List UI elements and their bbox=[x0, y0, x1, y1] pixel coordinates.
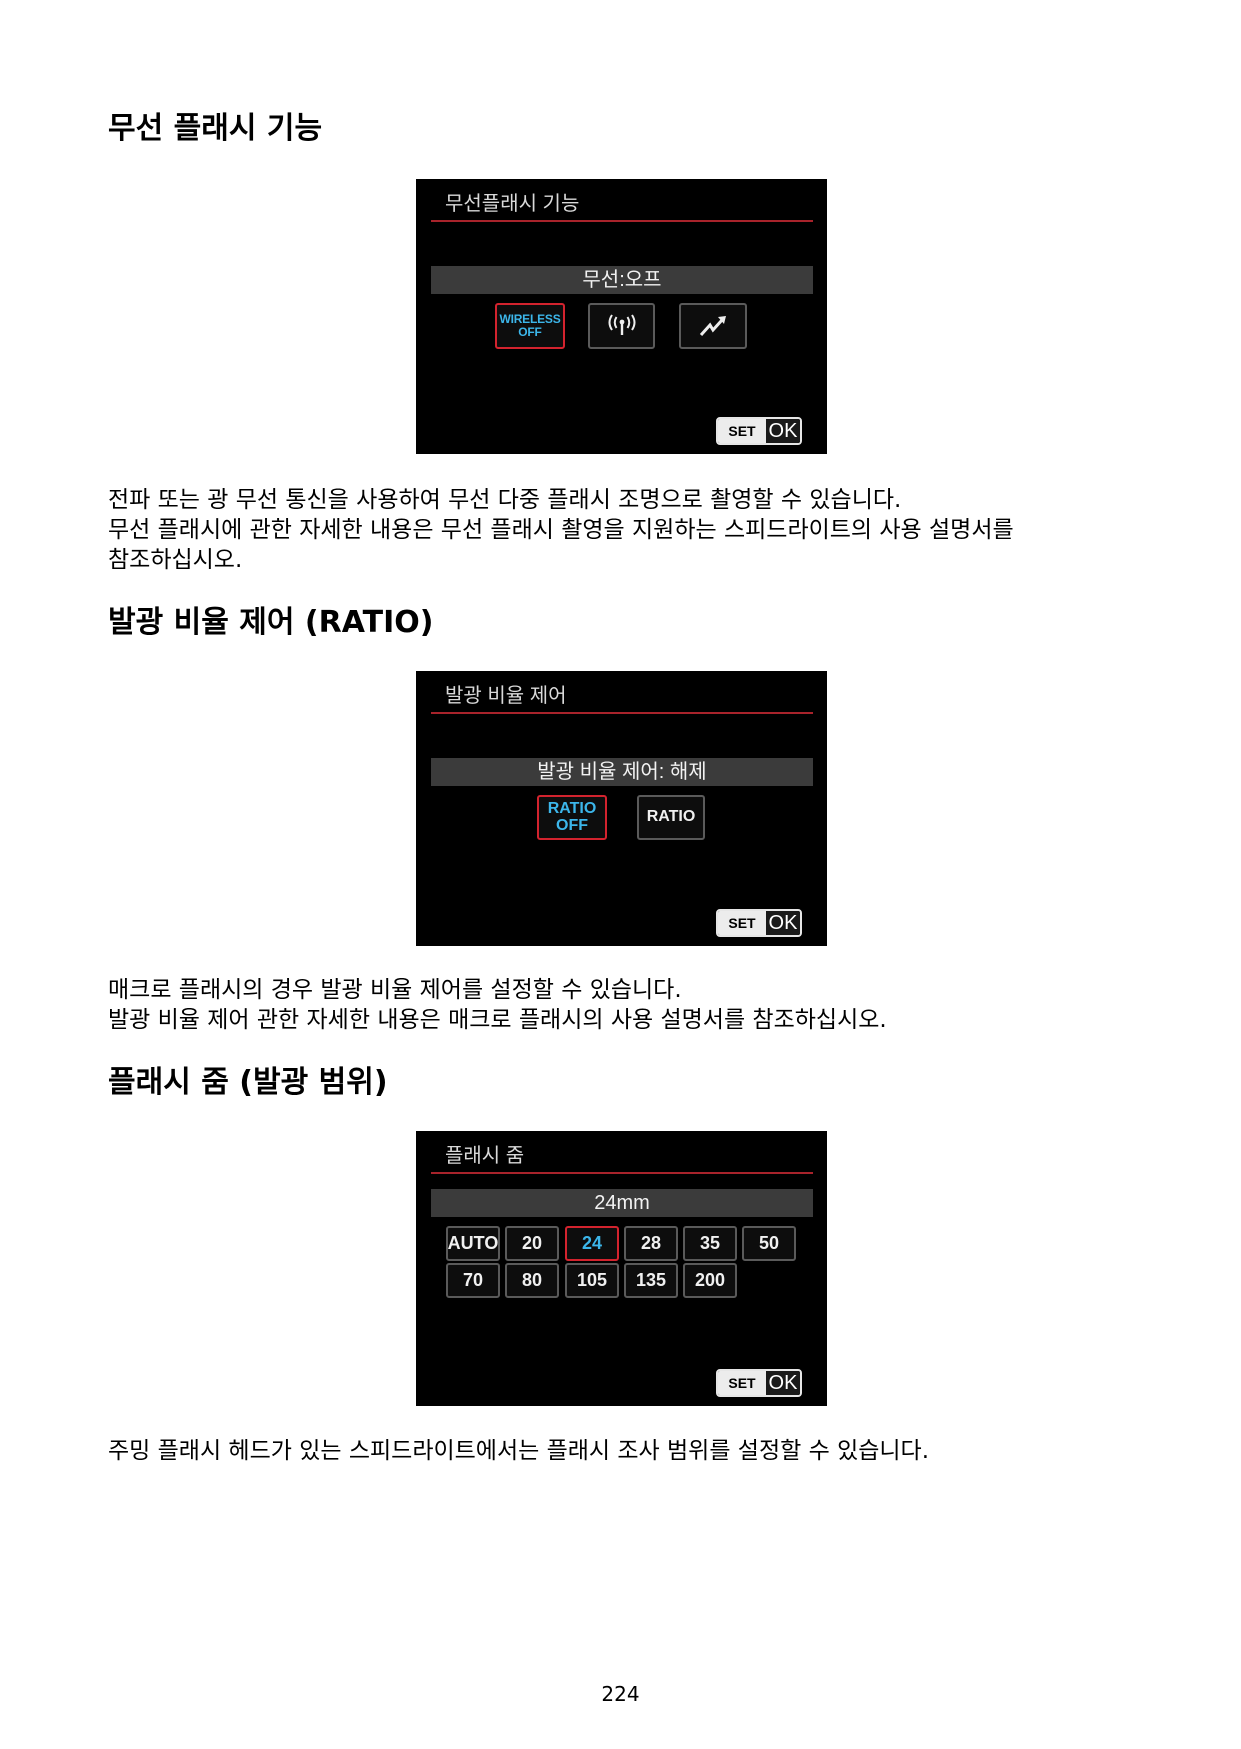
optical-wireless-option bbox=[679, 303, 747, 349]
body-line: 주밍 플래시 헤드가 있는 스피드라이트에서는 플래시 조사 범위를 설정할 수… bbox=[108, 1438, 930, 1464]
section-heading-zoom: 플래시 줌 (발광 범위) bbox=[108, 1065, 388, 1100]
zoom-option-28: 28 bbox=[624, 1226, 678, 1261]
section-body-wireless: 전파 또는 광 무선 통신을 사용하여 무선 다중 플래시 조명으로 촬영할 수… bbox=[108, 485, 1014, 575]
lightning-icon bbox=[699, 316, 726, 337]
zoom-option-35: 35 bbox=[683, 1226, 737, 1261]
ok-label: OK bbox=[766, 911, 800, 935]
ok-label: OK bbox=[766, 1371, 800, 1395]
ratio-off-option: RATIO OFF bbox=[537, 795, 607, 840]
camera-screen-zoom: 플래시 줌 24mm AUTO 20 24 28 35 50 70 80 105… bbox=[416, 1131, 827, 1406]
zoom-option-70: 70 bbox=[446, 1263, 500, 1298]
set-label: SET bbox=[718, 911, 766, 935]
set-ok-indicator: SET OK bbox=[716, 1369, 802, 1397]
zoom-option-135: 135 bbox=[624, 1263, 678, 1298]
camera-screen-ratio: 발광 비율 제어 발광 비율 제어: 해제 RATIO OFF RATIO SE… bbox=[416, 671, 827, 946]
section-heading-ratio: 발광 비율 제어 (RATIO) bbox=[108, 605, 434, 640]
zoom-option-200: 200 bbox=[683, 1263, 737, 1298]
screen-title: 플래시 줌 bbox=[445, 1145, 525, 1167]
title-rule bbox=[431, 1172, 813, 1174]
zoom-option-24: 24 bbox=[565, 1226, 619, 1261]
radio-wave-icon bbox=[608, 314, 635, 335]
zoom-option-20: 20 bbox=[505, 1226, 559, 1261]
zoom-option-80: 80 bbox=[505, 1263, 559, 1298]
ratio-option: RATIO bbox=[637, 795, 705, 840]
set-ok-indicator: SET OK bbox=[716, 909, 802, 937]
page-number: 224 bbox=[601, 1682, 640, 1706]
body-line: 참조하십시오. bbox=[108, 547, 243, 573]
zoom-option-50: 50 bbox=[742, 1226, 796, 1261]
zoom-option-105: 105 bbox=[565, 1263, 619, 1298]
screen-title: 발광 비율 제어 bbox=[445, 685, 567, 707]
option-label-line: RATIO bbox=[547, 799, 597, 817]
option-label-line: OFF bbox=[518, 325, 542, 339]
wireless-off-option: WIRELESS OFF bbox=[495, 303, 565, 349]
set-label: SET bbox=[718, 419, 766, 443]
section-heading-wireless: 무선 플래시 기능 bbox=[108, 111, 323, 146]
ok-label: OK bbox=[766, 419, 800, 443]
camera-screen-wireless: 무선플래시 기능 무선:오프 WIRELESS OFF SET OK bbox=[416, 179, 827, 454]
body-line: 발광 비율 제어 관한 자세한 내용은 매크로 플래시의 사용 설명서를 참조하… bbox=[108, 1007, 887, 1033]
section-body-zoom: 주밍 플래시 헤드가 있는 스피드라이트에서는 플래시 조사 범위를 설정할 수… bbox=[108, 1436, 929, 1466]
status-bar: 24mm bbox=[431, 1189, 813, 1217]
status-bar: 무선:오프 bbox=[431, 266, 813, 294]
option-label-line: OFF bbox=[556, 816, 588, 834]
status-bar: 발광 비율 제어: 해제 bbox=[431, 758, 813, 786]
radio-wireless-option bbox=[588, 303, 655, 349]
body-line: 전파 또는 광 무선 통신을 사용하여 무선 다중 플래시 조명으로 촬영할 수… bbox=[108, 487, 902, 513]
screen-title: 무선플래시 기능 bbox=[445, 193, 580, 215]
set-ok-indicator: SET OK bbox=[716, 417, 802, 445]
title-rule bbox=[431, 712, 813, 714]
body-line: 매크로 플래시의 경우 발광 비율 제어를 설정할 수 있습니다. bbox=[108, 977, 682, 1003]
body-line: 무선 플래시에 관한 자세한 내용은 무선 플래시 촬영을 지원하는 스피드라이… bbox=[108, 517, 1014, 543]
set-label: SET bbox=[718, 1371, 766, 1395]
option-label-line: RATIO bbox=[646, 808, 696, 826]
section-body-ratio: 매크로 플래시의 경우 발광 비율 제어를 설정할 수 있습니다. 발광 비율 … bbox=[108, 975, 887, 1035]
zoom-option-auto: AUTO bbox=[446, 1226, 500, 1261]
title-rule bbox=[431, 220, 813, 222]
